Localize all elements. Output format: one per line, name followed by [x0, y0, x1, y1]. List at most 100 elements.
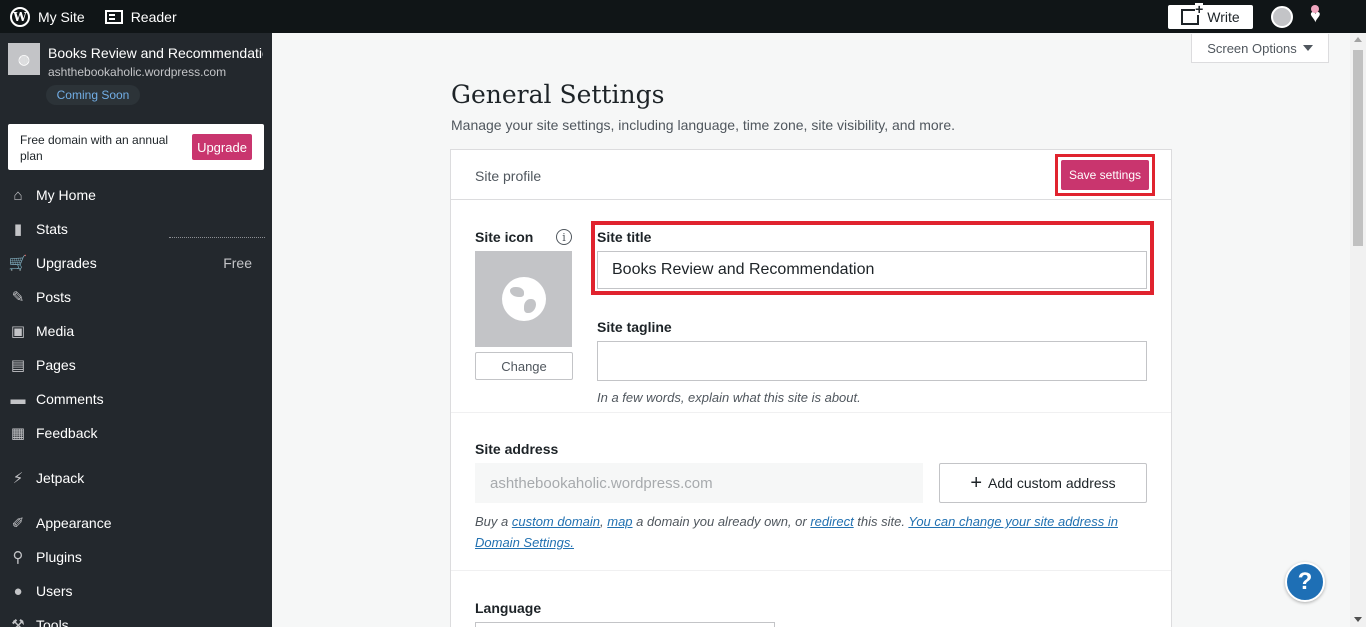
cart-icon: 🛒	[8, 255, 28, 272]
jetpack-icon: ⚡	[12, 470, 24, 487]
status-badge: Coming Soon	[46, 85, 140, 105]
comment-icon: ▬	[10, 390, 26, 408]
home-icon: ⌂	[13, 186, 23, 204]
sidebar-item-label: Plugins	[36, 549, 82, 565]
site-url: ashthebookaholic.wordpress.com	[48, 65, 227, 79]
pages-icon: ▤	[10, 357, 26, 374]
write-icon	[1181, 3, 1204, 25]
address-help-text: Buy a custom domain, map a domain you al…	[475, 511, 1147, 553]
language-label: Language	[475, 600, 542, 616]
site-tagline-label: Site tagline	[597, 319, 672, 335]
help-button[interactable]: ?	[1285, 562, 1325, 602]
sidebar-item-jetpack[interactable]: ⚡ Jetpack	[0, 461, 272, 495]
caret-down-icon	[1302, 45, 1313, 51]
user-icon: ●	[13, 582, 23, 600]
sidebar-item-label: Users	[36, 583, 73, 599]
sidebar-item-label: Comments	[36, 391, 104, 407]
sidebar-item-posts[interactable]: ✎ Posts	[0, 280, 272, 314]
section-divider	[451, 412, 1171, 413]
sidebar-item-users[interactable]: ● Users	[0, 574, 272, 608]
sidebar-item-label: Appearance	[36, 515, 112, 531]
site-address-label: Site address	[475, 441, 559, 457]
save-settings-button[interactable]: Save settings	[1061, 160, 1149, 190]
top-bar: W My Site Reader	[0, 0, 1366, 33]
sidebar-item-label: Tools	[36, 617, 69, 627]
feedback-icon: ▦	[10, 425, 26, 442]
sidebar-item-media[interactable]: ▣ Media	[0, 314, 272, 348]
help-text: this site.	[853, 514, 909, 529]
upsell-banner: Free domain with an annual plan Upgrade	[8, 124, 264, 170]
site-icon-preview[interactable]	[475, 251, 572, 347]
reader-icon	[104, 9, 123, 24]
sidebar-item-upgrades[interactable]: 🛒 Upgrades Free	[0, 246, 272, 280]
stats-icon: ▮	[13, 221, 23, 238]
scroll-up-icon[interactable]	[1354, 37, 1362, 42]
info-icon[interactable]: i	[556, 229, 572, 245]
section-divider	[451, 570, 1171, 571]
sidebar-item-label: Media	[36, 323, 75, 339]
main-content: Screen Options General Settings Manage y…	[272, 33, 1350, 627]
page-subtitle: Manage your site settings, including lan…	[451, 117, 956, 133]
sidebar-item-label: Jetpack	[36, 470, 85, 486]
screen-options-label: Screen Options	[1207, 40, 1297, 56]
reader-tab[interactable]: Reader	[94, 0, 187, 33]
sidebar-item-label: Posts	[36, 289, 72, 305]
add-custom-address-label: Add custom address	[988, 475, 1116, 491]
sidebar-item-plugins[interactable]: ⚲ Plugins	[0, 540, 272, 574]
redirect-link[interactable]: redirect	[810, 514, 853, 529]
globe-icon	[501, 277, 546, 321]
tools-icon: ⚒	[11, 617, 25, 627]
plug-icon: ⚲	[12, 549, 24, 566]
sidebar-item-comments[interactable]: ▬ Comments	[0, 382, 272, 416]
site-globe-icon: ◍	[8, 43, 40, 75]
screen-options-button[interactable]: Screen Options	[1191, 34, 1329, 63]
site-name: Books Review and Recommendation	[48, 45, 263, 61]
sidebar-item-label: Stats	[36, 221, 68, 237]
change-icon-button[interactable]: Change	[475, 352, 573, 380]
sidebar-item-appearance[interactable]: ✐ Appearance	[0, 506, 272, 540]
card-header: Site profile Save settings	[451, 150, 1171, 200]
page-title: General Settings	[451, 80, 665, 109]
sidebar-item-tools[interactable]: ⚒ Tools	[0, 608, 272, 627]
avatar[interactable]	[1271, 6, 1293, 28]
write-label: Write	[1207, 9, 1240, 25]
my-site-tab[interactable]: W My Site	[0, 0, 95, 33]
site-title-label: Site title	[597, 229, 652, 245]
write-button[interactable]: Write	[1168, 3, 1253, 29]
upsell-text: Free domain with an annual plan	[20, 133, 169, 163]
brush-icon: ✐	[11, 515, 25, 532]
site-icon-label: Site icon	[475, 229, 534, 245]
sidebar-item-stats[interactable]: ▮ Stats	[0, 212, 272, 246]
card-header-label: Site profile	[475, 168, 542, 184]
plan-badge: Free	[223, 255, 252, 271]
sidebar-item-label: Pages	[36, 357, 76, 373]
sidebar-item-label: Feedback	[36, 425, 98, 441]
plus-icon: +	[970, 472, 983, 494]
wordpress-logo-icon: W	[10, 6, 30, 27]
tagline-hint: In a few words, explain what this site i…	[597, 390, 861, 405]
scroll-down-icon[interactable]	[1354, 617, 1362, 622]
language-select[interactable]	[475, 622, 775, 627]
upgrade-button[interactable]: Upgrade	[192, 134, 252, 160]
sidebar-item-feedback[interactable]: ▦ Feedback	[0, 416, 272, 450]
sidebar-item-pages[interactable]: ▤ Pages	[0, 348, 272, 382]
media-icon: ▣	[10, 323, 26, 340]
sidebar: ◍ Books Review and Recommendation ashthe…	[0, 33, 272, 627]
site-address-input: ashthebookaholic.wordpress.com	[475, 463, 923, 503]
scrollbar-thumb[interactable]	[1353, 50, 1363, 246]
pin-icon: ✎	[11, 289, 25, 306]
add-custom-address-button[interactable]: + Add custom address	[939, 463, 1147, 503]
scrollbar[interactable]	[1350, 33, 1366, 627]
help-text: Buy a	[475, 514, 512, 529]
custom-domain-link[interactable]: custom domain	[512, 514, 600, 529]
site-profile-card: Site profile Save settings Site icon i C…	[450, 149, 1172, 627]
sidebar-item-label: Upgrades	[36, 255, 97, 271]
map-link[interactable]: map	[607, 514, 632, 529]
my-site-label: My Site	[38, 8, 85, 25]
sidebar-item-my-home[interactable]: ⌂ My Home	[0, 178, 272, 212]
reader-label: Reader	[130, 8, 177, 25]
notification-dot	[1311, 5, 1319, 13]
site-title-input[interactable]: Books Review and Recommendation	[597, 251, 1147, 289]
help-text: a domain you already own, or	[632, 514, 811, 529]
site-tagline-input[interactable]	[597, 341, 1147, 381]
